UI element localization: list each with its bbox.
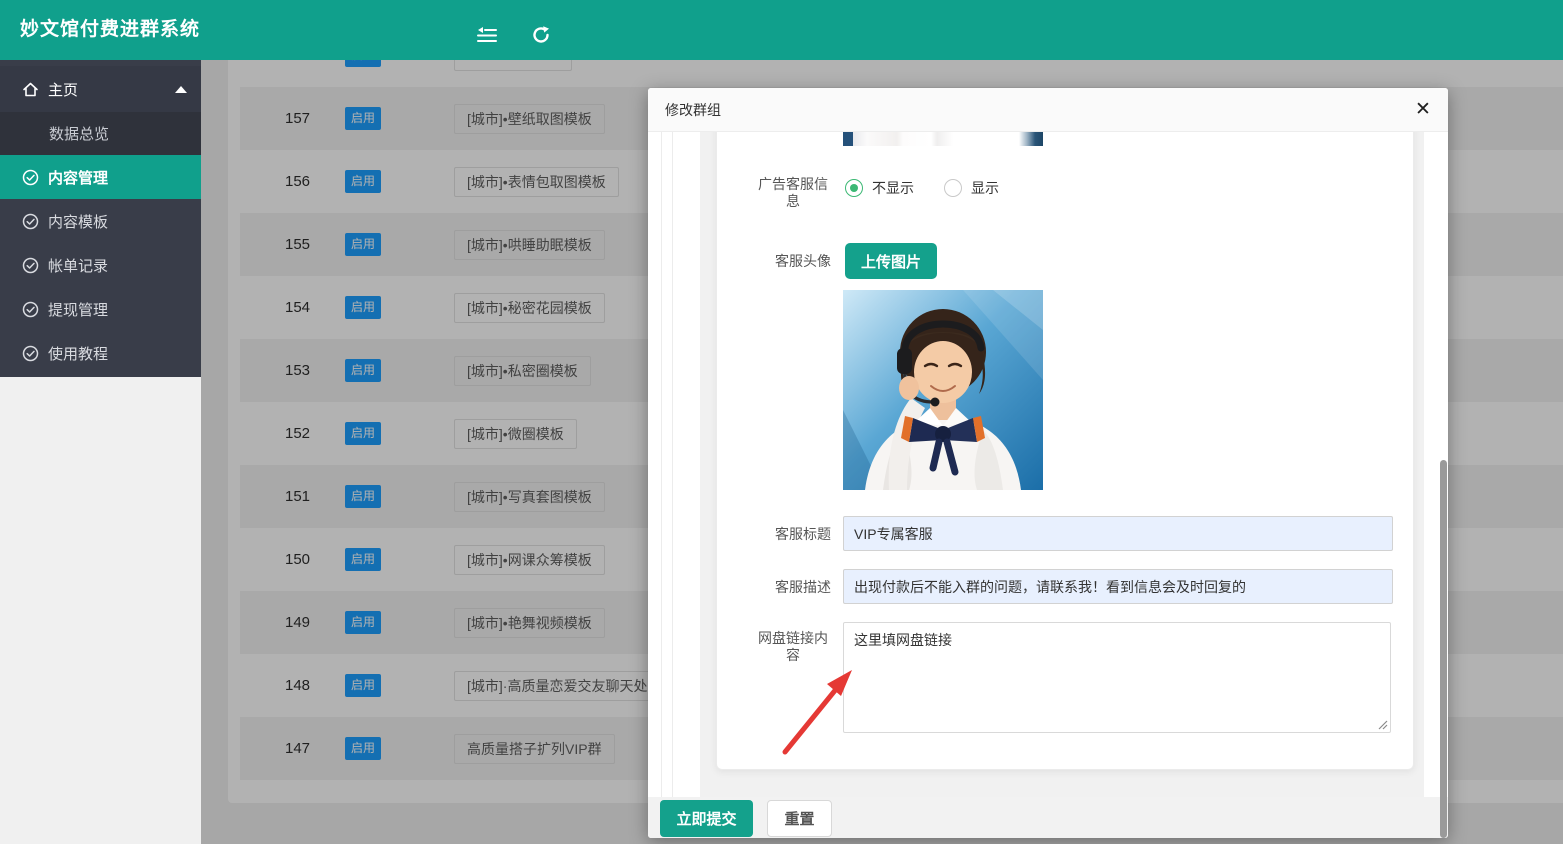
app-header: 妙文馆付费进群系统 [0, 0, 1563, 60]
sidebar-item-内容模板[interactable]: 内容模板 [0, 199, 201, 243]
content-area: 启用 157 启用 [城市]•壁纸取图模板 156 启用 [城市]•表情包取图模… [201, 60, 1563, 844]
sidebar-item-label: 帐单记录 [48, 255, 108, 276]
radio-label: 不显示 [872, 178, 914, 198]
reset-button[interactable]: 重置 [767, 800, 832, 837]
sidebar-item-label: 内容管理 [48, 167, 108, 188]
circle-check-icon [22, 213, 39, 230]
radio-icon [944, 179, 962, 197]
collapse-menu-icon [472, 26, 502, 44]
sidebar-item-label: 主页 [48, 79, 78, 100]
ad-service-label: 广告客服信息 [755, 176, 831, 210]
refresh-icon [526, 25, 556, 45]
service-title-label: 客服标题 [755, 526, 831, 543]
submit-button[interactable]: 立即提交 [660, 800, 753, 837]
modal-scrollbar-thumb[interactable] [1440, 460, 1447, 838]
circle-check-icon [22, 345, 39, 362]
radio-label: 显示 [971, 178, 999, 198]
sidebar-item-主页[interactable]: 主页 [0, 66, 201, 112]
sidebar-item-label: 使用教程 [48, 343, 108, 364]
service-desc-input[interactable] [843, 569, 1393, 604]
netdisk-textarea[interactable]: 这里填网盘链接 [843, 622, 1391, 733]
chevron-up-icon [175, 86, 187, 93]
service-desc-label: 客服描述 [755, 579, 831, 596]
refresh-button[interactable] [526, 20, 556, 50]
sidebar-menu: 主页 数据总览 内容管理 内容模板 [0, 60, 201, 377]
divider [672, 132, 673, 797]
avatar-label: 客服头像 [755, 253, 831, 270]
close-icon: ✕ [1415, 99, 1431, 120]
sidebar-item-label: 数据总览 [49, 123, 109, 144]
scrolled-image-bottom [843, 132, 1043, 146]
upload-image-button[interactable]: 上传图片 [845, 243, 937, 279]
collapse-menu-button[interactable] [472, 20, 502, 50]
sidebar-item-帐单记录[interactable]: 帐单记录 [0, 243, 201, 287]
sidebar: 主页 数据总览 内容管理 内容模板 [0, 60, 201, 844]
dialog-body: 广告客服信息 不显示 显示 客服头像 上传图片 [648, 132, 1448, 797]
sidebar-item-提现管理[interactable]: 提现管理 [0, 287, 201, 331]
divider [661, 132, 662, 797]
service-title-input[interactable] [843, 516, 1393, 551]
sidebar-item-内容管理[interactable]: 内容管理 [0, 155, 201, 199]
sidebar-item-数据总览[interactable]: 数据总览 [0, 112, 201, 155]
ad-display-options: 不显示 显示 [845, 178, 1029, 198]
dialog-header: 修改群组 ✕ [648, 88, 1448, 132]
circle-check-icon [22, 257, 39, 274]
dialog-title: 修改群组 [665, 88, 721, 132]
app-title: 妙文馆付费进群系统 [20, 0, 200, 60]
service-avatar-image [843, 290, 1043, 490]
edit-group-dialog: 修改群组 ✕ 广告客服信息 不显示 显示 客服头像 上传图片 [648, 88, 1448, 838]
dialog-footer: 立即提交 重置 [648, 797, 1448, 838]
radio-option[interactable]: 不显示 [845, 178, 914, 198]
home-icon [22, 81, 39, 98]
circle-check-icon [22, 301, 39, 318]
sidebar-item-label: 内容模板 [48, 211, 108, 232]
close-button[interactable]: ✕ [1410, 97, 1436, 123]
sidebar-item-label: 提现管理 [48, 299, 108, 320]
radio-option[interactable]: 显示 [944, 178, 999, 198]
radio-icon [845, 179, 863, 197]
netdisk-label: 网盘链接内容 [755, 630, 831, 664]
circle-check-icon [22, 169, 39, 186]
sidebar-item-使用教程[interactable]: 使用教程 [0, 331, 201, 375]
